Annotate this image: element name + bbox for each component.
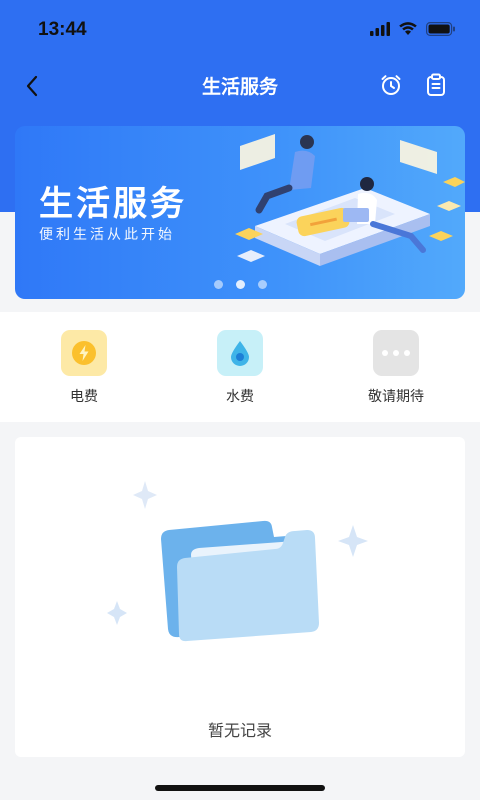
signal-icon	[370, 21, 390, 36]
service-label: 水费	[226, 389, 254, 405]
service-water[interactable]: 水费	[185, 330, 295, 406]
more-icon-tile	[373, 330, 419, 376]
records-button[interactable]	[421, 70, 451, 100]
banner-subtitle: 便利生活从此开始	[39, 227, 175, 243]
services-grid: 电费 水费 敬请期待	[0, 312, 480, 422]
water-icon-tile	[217, 330, 263, 376]
alarm-button[interactable]	[376, 70, 406, 100]
battery-icon	[426, 21, 455, 36]
banner[interactable]: 生活服务 便利生活从此开始	[15, 126, 465, 299]
status-time: 13:44	[38, 19, 87, 40]
electricity-icon-tile	[61, 330, 107, 376]
service-label: 敬请期待	[368, 389, 424, 405]
service-coming-soon[interactable]: 敬请期待	[341, 330, 451, 406]
banner-illustration	[235, 134, 465, 266]
service-electricity[interactable]: 电费	[29, 330, 139, 406]
banner-pagination	[15, 280, 465, 289]
water-drop-icon	[231, 341, 249, 366]
more-dots-icon	[382, 350, 410, 356]
pagination-dot[interactable]	[213, 280, 223, 289]
lightning-icon	[72, 341, 96, 365]
empty-folder-illustration	[107, 481, 368, 642]
home-indicator[interactable]	[155, 785, 325, 791]
status-bar: 13:44	[0, 0, 480, 58]
pagination-dot-active[interactable]	[235, 280, 245, 289]
records-card: 暂无记录	[15, 437, 465, 757]
pagination-dot[interactable]	[257, 280, 267, 289]
service-label: 电费	[70, 389, 98, 405]
page-title: 生活服务	[201, 76, 278, 98]
nav-bar: 生活服务	[0, 58, 480, 114]
empty-state-text: 暂无记录	[207, 721, 272, 740]
banner-title: 生活服务	[39, 184, 187, 224]
clipboard-icon	[427, 73, 445, 96]
status-icons	[370, 21, 456, 36]
wifi-icon	[399, 22, 417, 35]
alarm-clock-icon	[381, 75, 401, 95]
